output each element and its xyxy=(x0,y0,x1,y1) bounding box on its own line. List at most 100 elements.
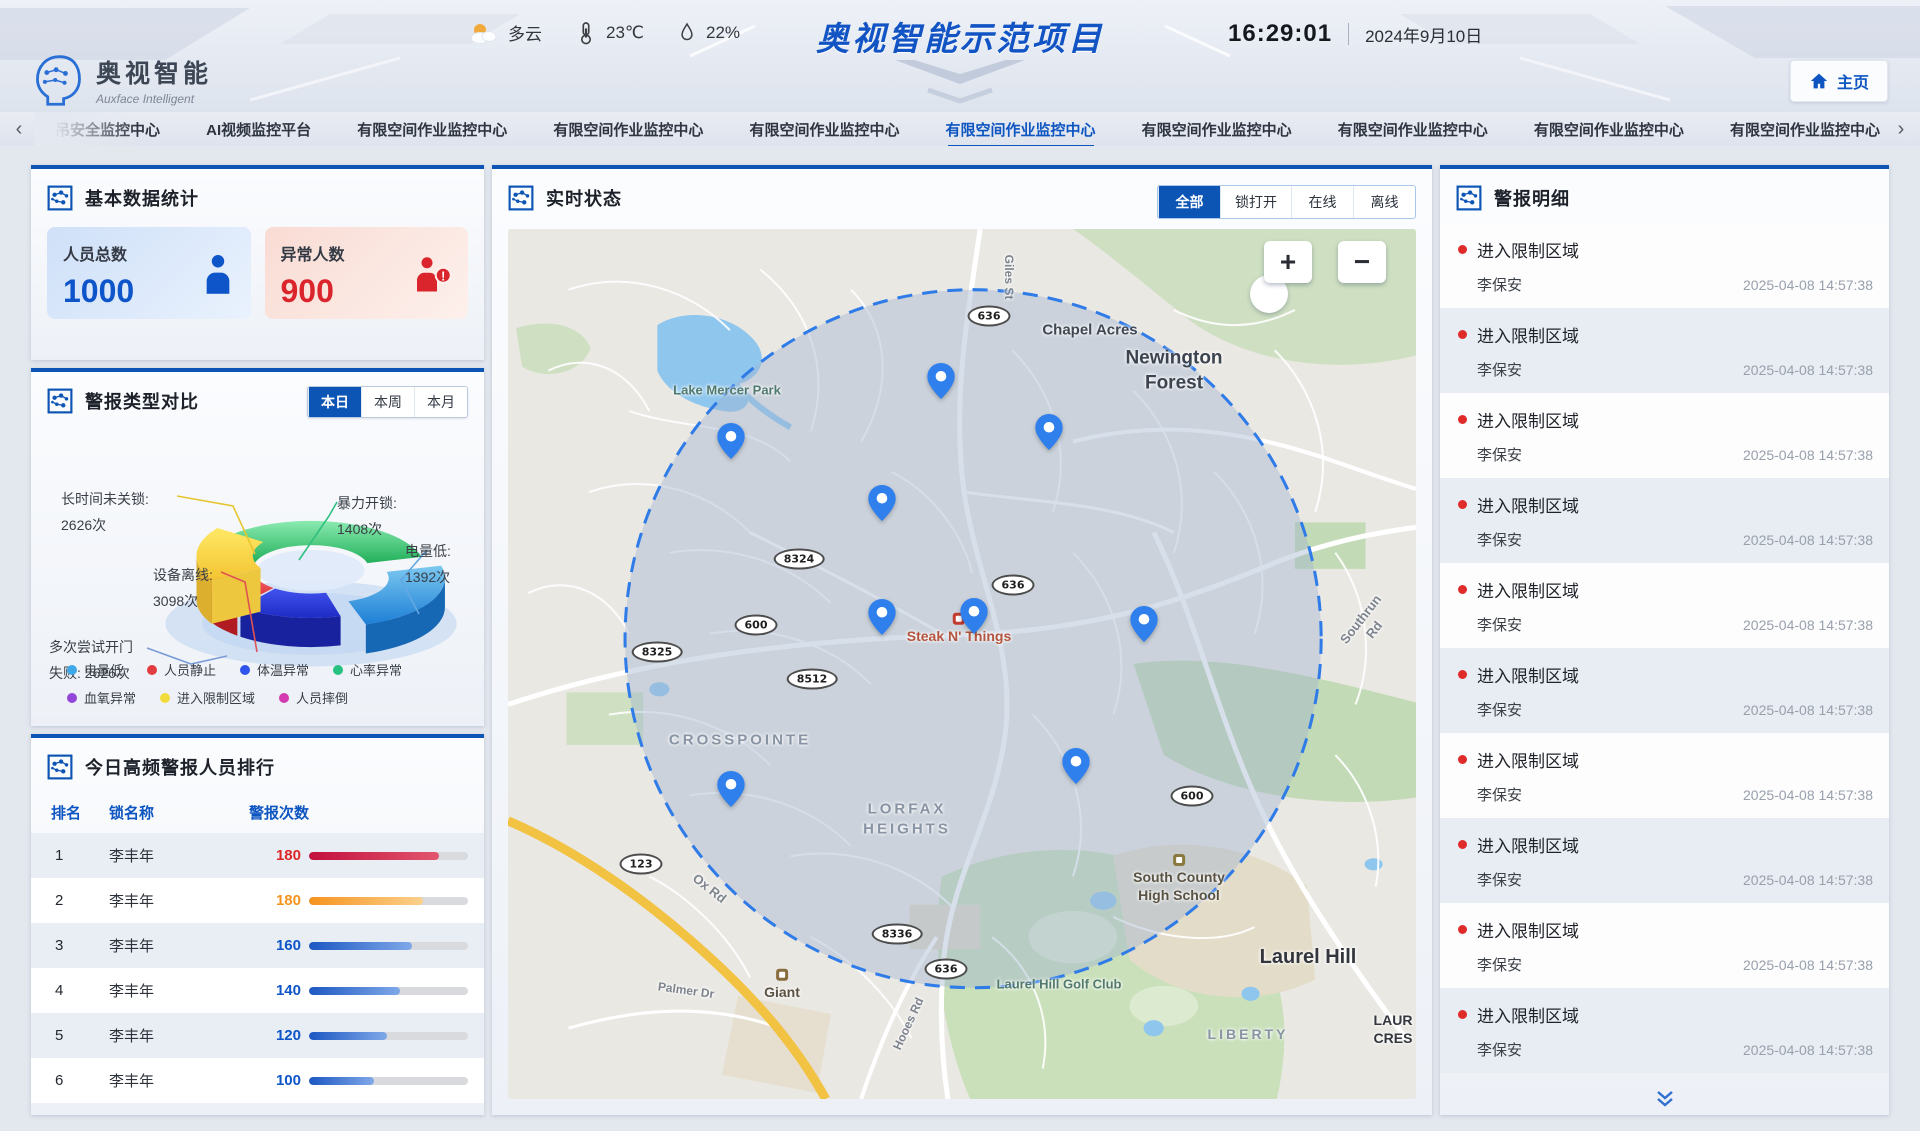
humidity-icon xyxy=(678,21,696,45)
stats-panel: 基本数据统计 人员总数 1000 异常人数 900 ! xyxy=(31,165,484,360)
nav-tab[interactable]: 有限空间作业监控中心 xyxy=(1140,119,1294,140)
alarm-period-tab[interactable]: 本日 xyxy=(308,387,361,417)
nav-tab[interactable]: 有限空间作业监控中心 xyxy=(944,119,1098,140)
nav-tab[interactable]: 有限空间作业监控中心 xyxy=(551,119,705,140)
home-button[interactable]: 主页 xyxy=(1790,60,1888,102)
legend-item: 电量低 xyxy=(67,660,123,679)
table-row[interactable]: 2 李丰年 180 xyxy=(31,878,484,923)
nav-tab[interactable]: 有限空间作业监控中心 xyxy=(1336,119,1490,140)
road-shield: 8336 xyxy=(872,924,923,945)
map-place-label: LAUR CRES xyxy=(1374,1011,1413,1047)
location-pin-icon[interactable] xyxy=(960,598,988,634)
nav-tab[interactable]: 有限空间作业监控中心 xyxy=(355,119,509,140)
road-shield: 636 xyxy=(968,306,1011,327)
module-navbar: ‹ 塔吊安全监控中心 AI视频监控平台 有限空间作业监控中心 有限空间作业监控中… xyxy=(0,112,1920,146)
legend-label: 血氧异常 xyxy=(84,688,136,707)
alert-person-name: 李保安 xyxy=(1477,784,1522,805)
map-place-label: Chapel Acres xyxy=(1042,320,1137,340)
list-item[interactable]: 进入限制区域 李保安 2025-04-08 14:57:38 xyxy=(1440,393,1889,478)
nav-tab[interactable]: AI视频监控平台 xyxy=(204,119,313,140)
legend-dot xyxy=(67,665,77,675)
map-filter-tab[interactable]: 锁打开 xyxy=(1220,186,1291,218)
location-pin-icon[interactable] xyxy=(717,423,745,459)
location-pin-icon[interactable] xyxy=(1130,606,1158,642)
alert-timestamp: 2025-04-08 14:57:38 xyxy=(1743,532,1873,548)
lock-name: 李丰年 xyxy=(109,845,249,866)
list-item[interactable]: 进入限制区域 李保安 2025-04-08 14:57:38 xyxy=(1440,563,1889,648)
lock-name: 李丰年 xyxy=(109,1025,249,1046)
list-item[interactable]: 进入限制区域 李保安 2025-04-08 14:57:38 xyxy=(1440,818,1889,903)
alert-dot xyxy=(1458,500,1467,509)
expand-more-icon[interactable] xyxy=(1654,1091,1676,1112)
map-poi: Steak N' Things xyxy=(907,613,1011,646)
list-item[interactable]: 进入限制区域 李保安 2025-04-08 14:57:38 xyxy=(1440,648,1889,733)
zoom-in-button[interactable]: + xyxy=(1264,241,1312,283)
donut-callout: 设备离线: 3098次 xyxy=(153,562,213,614)
alarm-legend-row2: 血氧异常 进入限制区域 人员摔倒 xyxy=(67,688,474,707)
legend-item: 体温异常 xyxy=(240,660,309,679)
alarm-count: 180 xyxy=(249,892,301,909)
location-pin-icon[interactable] xyxy=(868,599,896,635)
panel-icon xyxy=(1456,185,1482,211)
alarm-period-tab[interactable]: 本月 xyxy=(414,387,467,417)
weather-widget: 多云 23℃ 22% xyxy=(468,20,740,45)
legend-dot xyxy=(67,693,77,703)
rank-value: 6 xyxy=(47,1072,109,1089)
map-filter-tabs: 全部 锁打开 在线 离线 xyxy=(1157,185,1416,219)
road-shield: 636 xyxy=(925,959,968,980)
location-pin-icon[interactable] xyxy=(1062,748,1090,784)
alert-dot xyxy=(1458,840,1467,849)
main-content: 基本数据统计 人员总数 1000 异常人数 900 ! xyxy=(31,165,1889,1115)
cloudy-icon xyxy=(468,21,498,45)
person-alert-icon: ! xyxy=(412,251,452,297)
map-container[interactable]: 636 8324 636 600 8325 8512 600 xyxy=(508,229,1416,1099)
list-item[interactable]: 进入限制区域 李保安 2025-04-08 14:57:38 xyxy=(1440,308,1889,393)
alarm-panel-title: 警报类型对比 xyxy=(85,388,199,414)
alarm-count-bar-track xyxy=(309,897,468,905)
location-pin-icon[interactable] xyxy=(1035,414,1063,450)
table-row[interactable]: 3 李丰年 160 xyxy=(31,923,484,968)
nav-tab[interactable]: 有限空间作业监控中心 xyxy=(747,119,901,140)
zoom-out-button[interactable]: − xyxy=(1338,241,1386,283)
alarm-period-tab[interactable]: 本周 xyxy=(361,387,414,417)
nav-prev-chevron[interactable]: ‹ xyxy=(0,118,38,141)
legend-label: 电量低 xyxy=(84,660,123,679)
location-pin-icon[interactable] xyxy=(927,363,955,399)
alarm-count-bar-fill xyxy=(309,1077,374,1085)
weather-condition: 多云 xyxy=(508,20,542,45)
map-filter-tab[interactable]: 在线 xyxy=(1291,186,1353,218)
nav-next-chevron[interactable]: › xyxy=(1882,118,1920,141)
list-item[interactable]: 进入限制区域 李保安 2025-04-08 14:57:38 xyxy=(1440,478,1889,563)
alert-timestamp: 2025-04-08 14:57:38 xyxy=(1743,702,1873,718)
map-filter-tab[interactable]: 全部 xyxy=(1158,186,1220,218)
rank-value: 1 xyxy=(47,847,109,864)
nav-tab[interactable]: 有限空间作业监控中心 xyxy=(1532,119,1686,140)
table-row[interactable]: 5 李丰年 120 xyxy=(31,1013,484,1058)
alarm-count: 140 xyxy=(249,982,301,999)
alert-type: 进入限制区域 xyxy=(1477,322,1579,347)
table-row[interactable]: 1 李丰年 180 xyxy=(31,833,484,878)
table-row[interactable]: 6 李丰年 100 xyxy=(31,1058,484,1103)
alarm-count: 180 xyxy=(249,847,301,864)
nav-tab[interactable]: 有限空间作业监控中心 xyxy=(1728,119,1882,140)
legend-label: 人员摔倒 xyxy=(296,688,348,707)
legend-label: 进入限制区域 xyxy=(177,688,255,707)
table-row[interactable]: 4 李丰年 140 xyxy=(31,968,484,1013)
legend-label: 心率异常 xyxy=(350,660,402,679)
list-item[interactable]: 进入限制区域 李保安 2025-04-08 14:57:38 xyxy=(1440,988,1889,1073)
nav-tabs: 塔吊安全监控中心 AI视频监控平台 有限空间作业监控中心 有限空间作业监控中心 … xyxy=(38,112,1882,146)
location-pin-icon[interactable] xyxy=(717,771,745,807)
panel-icon xyxy=(47,388,73,414)
list-item[interactable]: 进入限制区域 李保安 2025-04-08 14:57:38 xyxy=(1440,733,1889,818)
alert-type: 进入限制区域 xyxy=(1477,1002,1579,1027)
map-filter-tab[interactable]: 离线 xyxy=(1353,186,1415,218)
list-item[interactable]: 进入限制区域 李保安 2025-04-08 14:57:38 xyxy=(1440,903,1889,988)
poi-icon xyxy=(776,969,788,981)
lock-name: 李丰年 xyxy=(109,1070,249,1091)
rank-value: 4 xyxy=(47,982,109,999)
realtime-status-panel: 实时状态 全部 锁打开 在线 离线 xyxy=(492,165,1432,1115)
alarm-count: 160 xyxy=(249,937,301,954)
list-item[interactable]: 进入限制区域 李保安 2025-04-08 14:57:38 xyxy=(1440,223,1889,308)
nav-tab[interactable]: 塔吊安全监控中心 xyxy=(38,119,162,140)
location-pin-icon[interactable] xyxy=(868,485,896,521)
